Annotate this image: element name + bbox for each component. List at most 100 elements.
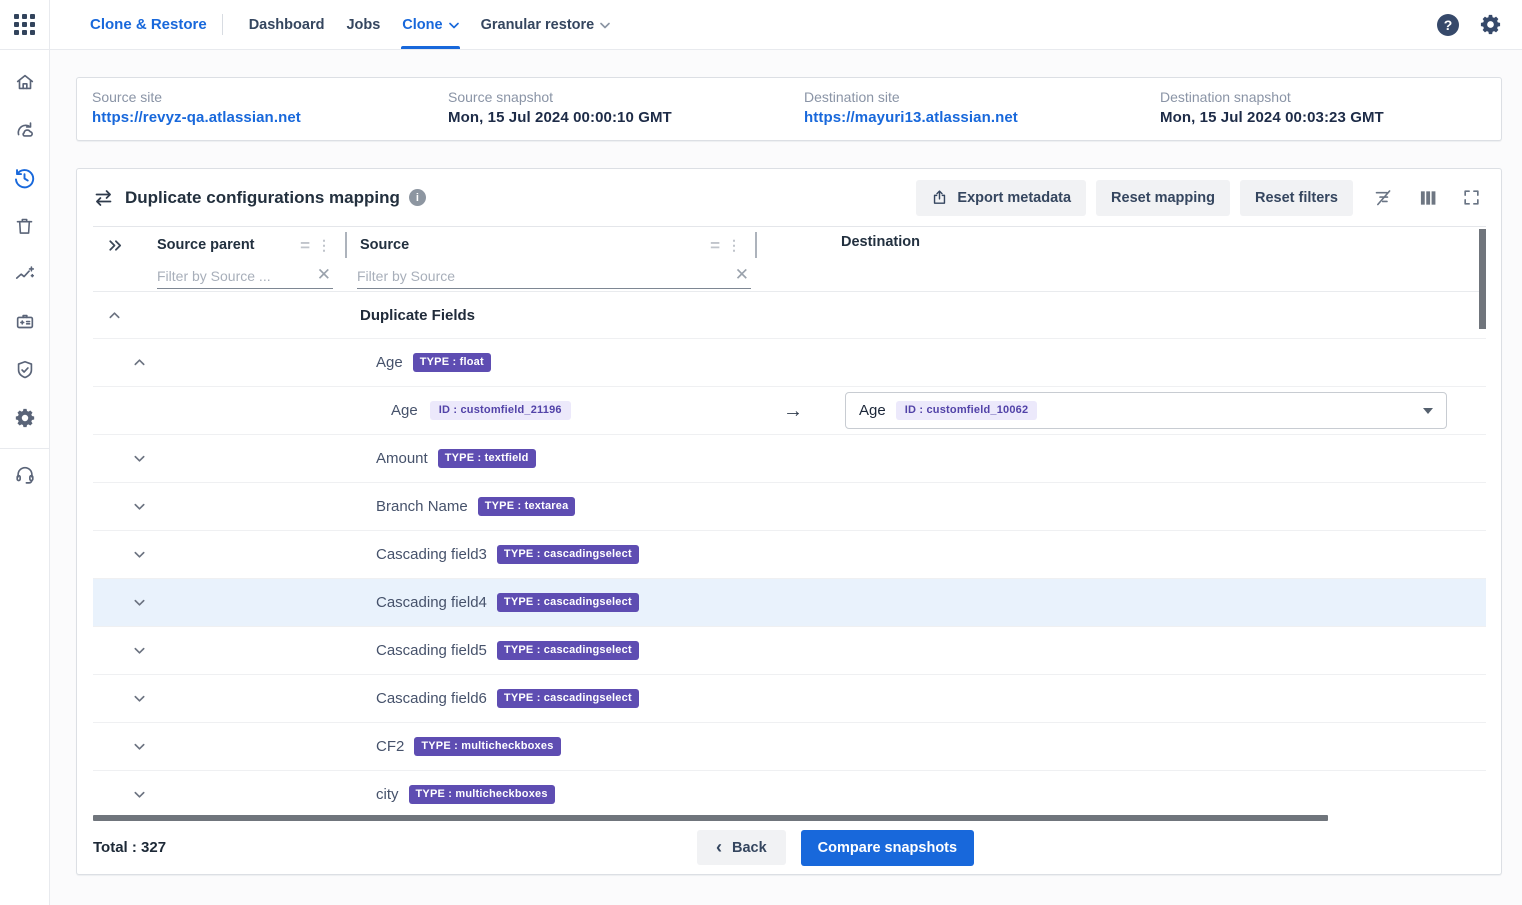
field-name: Cascading field6	[376, 690, 487, 707]
chevron-left-icon: ‹	[716, 838, 722, 856]
home-icon[interactable]	[0, 58, 50, 106]
compare-snapshots-button[interactable]: Compare snapshots	[801, 830, 974, 866]
primary-nav: Clone & Restore Dashboard Jobs Clone Gra…	[90, 0, 621, 49]
nav-jobs[interactable]: Jobs	[335, 0, 391, 49]
expand-row-icon[interactable]	[132, 691, 147, 706]
grid-icon	[14, 14, 35, 35]
field-type-badge: TYPE : textfield	[438, 449, 536, 468]
destination-snapshot-label: Destination snapshot	[1160, 89, 1501, 105]
destination-site-link[interactable]: https://mayuri13.atlassian.net	[804, 109, 1145, 126]
expand-row-icon[interactable]	[132, 499, 147, 514]
nav-clone[interactable]: Clone	[391, 0, 469, 49]
source-parent-filter-input[interactable]	[157, 268, 313, 284]
app-title-link[interactable]: Clone & Restore	[90, 0, 207, 49]
mapping-arrow-icon: →	[783, 401, 803, 421]
expand-row-icon[interactable]	[132, 739, 147, 754]
field-row: Cascading field6 TYPE : cascadingselect	[93, 675, 1486, 723]
restore-history-icon[interactable]	[0, 154, 50, 202]
column-filter-icon[interactable]: =	[710, 237, 720, 254]
top-navigation-bar: Clone & Restore Dashboard Jobs Clone Gra…	[0, 0, 1522, 50]
collapse-row-icon[interactable]	[132, 355, 147, 370]
table-body: Age TYPE : float Age ID : customfield_21196…	[93, 339, 1486, 815]
field-row: Cascading field3 TYPE : cascadingselect	[93, 531, 1486, 579]
source-site-link[interactable]: https://revyz-qa.atlassian.net	[92, 109, 433, 126]
reset-mapping-button[interactable]: Reset mapping	[1096, 180, 1230, 216]
column-menu-icon[interactable]: ⋮	[317, 238, 331, 252]
settings-gear-icon[interactable]	[1479, 13, 1502, 36]
destination-field-name: Age	[859, 402, 886, 419]
footer-buttons: ‹ Back Compare snapshots	[697, 830, 974, 866]
columns-icon[interactable]	[1414, 184, 1442, 212]
mapping-row: Age ID : customfield_21196 → Age ID : custom…	[93, 387, 1486, 435]
trash-icon[interactable]	[0, 202, 50, 250]
field-type-badge: TYPE : cascadingselect	[497, 641, 639, 660]
settings-icon[interactable]	[0, 394, 50, 442]
clone-cloud-icon[interactable]	[0, 106, 50, 154]
clear-filter-icon[interactable]: ✕	[731, 266, 751, 285]
destination-site-block: Destination site https://mayuri13.atlass…	[789, 78, 1145, 140]
nav-granular-restore[interactable]: Granular restore	[470, 0, 622, 49]
source-id-badge: ID : customfield_21196	[430, 401, 571, 420]
vertical-scrollbar[interactable]	[1479, 229, 1486, 329]
field-name: city	[376, 786, 399, 803]
snapshot-info-bar: Source site https://revyz-qa.atlassian.n…	[76, 77, 1502, 141]
field-type-badge: TYPE : cascadingselect	[497, 545, 639, 564]
field-name: Cascading field3	[376, 546, 487, 563]
column-header-destination: Destination	[841, 234, 920, 250]
destination-field-select[interactable]: Age ID : customfield_10062	[845, 392, 1447, 429]
filter-off-icon[interactable]	[1369, 183, 1398, 212]
expand-all-icon[interactable]	[93, 227, 157, 263]
clear-filter-icon[interactable]: ✕	[313, 266, 333, 285]
field-type-badge: TYPE : multicheckboxes	[409, 785, 555, 804]
column-filter-icon[interactable]: =	[300, 237, 310, 254]
destination-snapshot-block: Destination snapshot Mon, 15 Jul 2024 00…	[1145, 78, 1501, 140]
help-icon[interactable]: ?	[1437, 14, 1459, 36]
destination-id-badge: ID : customfield_10062	[896, 401, 1038, 420]
app-switcher-icon[interactable]	[0, 0, 50, 49]
mapping-table: Source parent = ⋮ Source = ⋮	[93, 226, 1486, 815]
field-row: Cascading field5TYPE : cascadingselect	[93, 627, 1486, 675]
expand-row-icon[interactable]	[132, 547, 147, 562]
column-resize-handle[interactable]	[755, 232, 757, 258]
export-icon	[931, 189, 948, 206]
field-type-badge: TYPE : cascadingselect	[497, 689, 639, 708]
expand-row-icon[interactable]	[132, 787, 147, 802]
expand-row-icon[interactable]	[132, 595, 147, 610]
table-header: Source parent = ⋮ Source = ⋮	[93, 227, 1486, 292]
field-name: Branch Name	[376, 498, 468, 515]
source-snapshot-value: Mon, 15 Jul 2024 00:00:10 GMT	[448, 109, 789, 126]
source-snapshot-label: Source snapshot	[448, 89, 789, 105]
expand-row-icon[interactable]	[132, 451, 147, 466]
chevron-down-icon	[449, 22, 459, 29]
duplicate-configurations-panel: Duplicate configurations mapping i Expor…	[76, 168, 1502, 875]
analytics-icon[interactable]	[0, 250, 50, 298]
source-snapshot-block: Source snapshot Mon, 15 Jul 2024 00:00:1…	[433, 78, 789, 140]
field-row: Cascading field4TYPE : cascadingselect	[93, 579, 1486, 627]
panel-title: Duplicate configurations mapping	[125, 188, 400, 208]
group-label: Duplicate Fields	[360, 307, 475, 324]
field-row: AmountTYPE : textfield	[93, 435, 1486, 483]
back-button[interactable]: ‹ Back	[697, 830, 786, 865]
fullscreen-icon[interactable]	[1458, 184, 1485, 211]
panel-header: Duplicate configurations mapping i Expor…	[77, 169, 1501, 226]
select-caret-icon	[1423, 408, 1433, 414]
field-type-badge: TYPE : float	[413, 353, 491, 372]
source-filter-input[interactable]	[357, 268, 731, 284]
support-headset-icon[interactable]	[0, 451, 50, 499]
license-badge-icon[interactable]	[0, 298, 50, 346]
field-row: Branch NameTYPE : textarea	[93, 483, 1486, 531]
nav-dashboard[interactable]: Dashboard	[238, 0, 336, 49]
reset-filters-button[interactable]: Reset filters	[1240, 180, 1353, 216]
expand-row-icon[interactable]	[132, 643, 147, 658]
column-menu-icon[interactable]: ⋮	[727, 238, 741, 252]
export-metadata-button[interactable]: Export metadata	[916, 180, 1086, 216]
field-row: CF2TYPE : multicheckboxes	[93, 723, 1486, 771]
security-shield-icon[interactable]	[0, 346, 50, 394]
total-count: Total : 327	[93, 839, 166, 856]
swap-arrows-icon	[93, 189, 114, 207]
column-resize-handle[interactable]	[345, 232, 347, 258]
info-icon[interactable]: i	[409, 189, 426, 206]
nav-divider	[222, 14, 223, 35]
left-sidebar	[0, 50, 50, 905]
collapse-group-icon[interactable]	[107, 308, 122, 323]
